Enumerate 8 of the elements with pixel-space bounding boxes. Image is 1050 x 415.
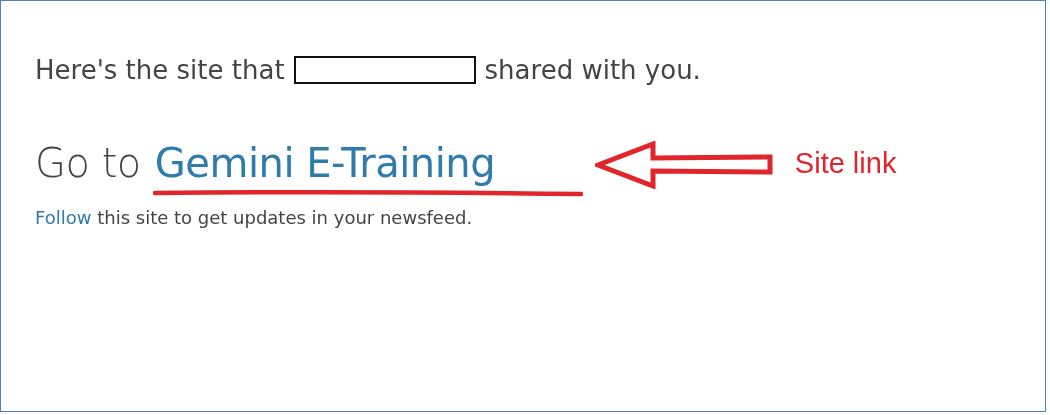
message-text: shared with you.	[484, 55, 701, 85]
message-text: Here's the site that	[35, 55, 285, 85]
arrow-icon	[594, 141, 775, 189]
follow-message: Follow this site to get updates in your newsfeed.	[35, 207, 474, 228]
follow-link[interactable]: Follow	[35, 207, 92, 228]
site-link[interactable]: Gemini E-Training	[154, 137, 583, 189]
annotation-label: Site link	[794, 146, 897, 181]
heading-text: Go to	[35, 139, 141, 188]
